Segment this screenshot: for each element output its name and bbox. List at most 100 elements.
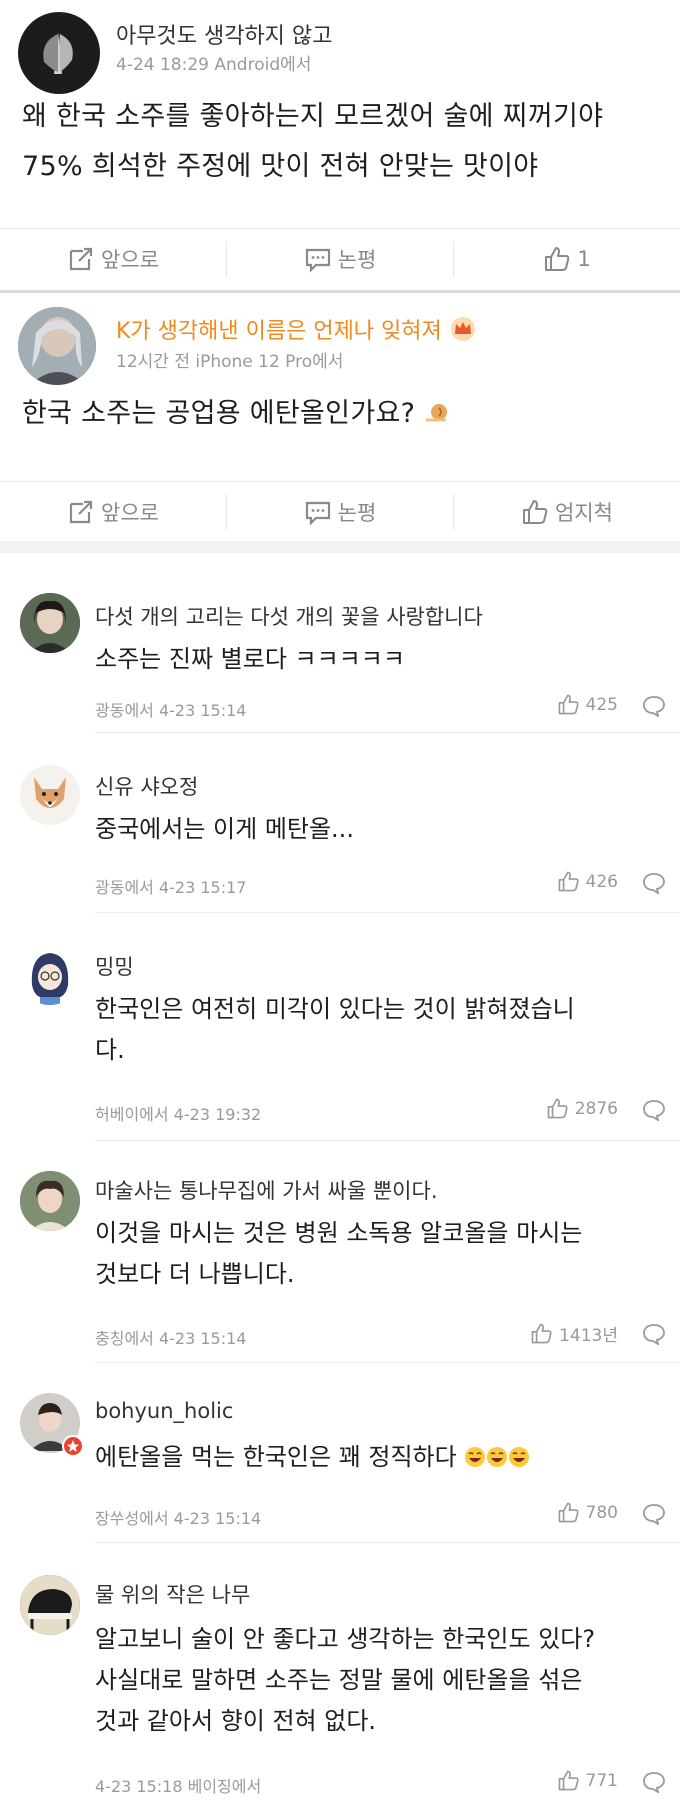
- comment-text: 중국에서는 이게 메탄올...: [95, 815, 354, 843]
- comment-like-count: 780: [585, 1502, 618, 1523]
- crown-badge-icon: [450, 317, 475, 341]
- forward-label: 앞으로: [101, 247, 159, 272]
- comment-icon: [305, 248, 330, 273]
- forward-label: 앞으로: [101, 500, 159, 525]
- comment-text: 이것을 마시는 것은 병원 소독용 알코올을 마시는 것보다 더 나쁩니다.: [95, 1213, 666, 1295]
- comment-meta: 광동에서 4-23 15:14: [95, 701, 247, 720]
- post-username[interactable]: K가 생각해낸 이름은 언제나 잊혀져: [116, 313, 476, 345]
- comment-text-line: 이것을 마시는 것은 병원 소독용 알코올을 마시는: [95, 1219, 583, 1247]
- reply-bubble-icon[interactable]: [642, 1771, 666, 1793]
- like-label: 엄지척: [555, 500, 613, 525]
- cartoon-girl-avatar-icon: [20, 945, 80, 1005]
- comment-like-button[interactable]: 2876: [546, 1097, 618, 1120]
- comment-label: 논평: [337, 500, 377, 525]
- comment-like-button[interactable]: 1413년: [530, 1321, 618, 1346]
- comment-username[interactable]: 신유 샤오정: [95, 771, 198, 801]
- action-bar: 앞으로 논평 1: [0, 228, 680, 288]
- laughing-emoji-icon: [487, 1447, 508, 1467]
- post-body: 한국 소주는 공업용 에탄올인가요?: [22, 389, 662, 439]
- thumbs-up-icon: [547, 1098, 568, 1119]
- person-avatar-icon: [20, 593, 80, 653]
- person-avatar-icon: [20, 1171, 80, 1231]
- comment-meta: 장쑤성에서 4-23 15:14: [95, 1509, 262, 1528]
- comment: 마술사는 통나무집에 가서 싸울 뿐이다. 이것을 마시는 것은 병원 소독용 …: [0, 1141, 680, 1363]
- comment-text: 한국인은 여전히 미각이 있다는 것이 밝혀졌습니 다.: [95, 989, 666, 1071]
- comment-username[interactable]: 다섯 개의 고리는 다섯 개의 꽃을 사랑합니다: [95, 601, 483, 631]
- post-text-line: 75% 희석한 주정에 맛이 전혀 안맞는 맛이야: [22, 151, 539, 182]
- comment-meta: 4-23 15:18 베이징에서: [95, 1777, 262, 1796]
- like-button[interactable]: 1: [454, 229, 680, 288]
- comment-list: 다섯 개의 고리는 다섯 개의 꽃을 사랑합니다 소주는 진짜 별로다 ㅋㅋㅋㅋ…: [0, 553, 680, 1811]
- avatar[interactable]: [20, 1575, 80, 1635]
- comment-text-line: 한국인은 여전히 미각이 있다는 것이 밝혀졌습니: [95, 995, 575, 1023]
- comment-like-button[interactable]: 771: [557, 1769, 618, 1792]
- post-meta: 12시간 전 iPhone 12 Pro에서: [116, 352, 344, 372]
- butterfly-avatar-icon: [43, 32, 73, 74]
- comment-button[interactable]: 논평: [227, 229, 453, 288]
- comment: bohyun_holic 에탄올을 먹는 한국인은 꽤 정직하다 장쑤성에서 4…: [0, 1363, 680, 1543]
- comment-text-line: 것과 같아서 향이 전혀 없다.: [95, 1707, 377, 1735]
- post-body: 왜 한국 소주를 좋아하는지 모르겠어 술에 찌꺼기야 75% 희석한 주정에 …: [22, 92, 662, 192]
- fox-avatar-icon: [20, 765, 80, 825]
- avatar[interactable]: [20, 1393, 84, 1457]
- like-button[interactable]: 엄지척: [454, 482, 680, 541]
- comment-text-line: 다.: [95, 1036, 125, 1064]
- post-meta: 4-24 18:29 Android에서: [116, 55, 312, 75]
- comment-username[interactable]: bohyun_holic: [95, 1399, 233, 1423]
- post-username[interactable]: 아무것도 생각하지 않고: [116, 18, 332, 50]
- avatar[interactable]: [20, 593, 80, 653]
- comment-text-line: 사실대로 말하면 소주는 정말 물에 에탄올을 섞은: [95, 1666, 583, 1694]
- comment-text: 소주는 진짜 별로다 ㅋㅋㅋㅋㅋ: [95, 645, 405, 673]
- forward-icon: [69, 500, 93, 523]
- comment-like-button[interactable]: 780: [557, 1501, 618, 1524]
- comment-like-count: 426: [585, 871, 618, 892]
- thumbs-up-icon: [523, 499, 548, 524]
- laughing-emoji-icon: [465, 1447, 486, 1467]
- thumbs-up-icon: [545, 246, 570, 271]
- comment: 다섯 개의 고리는 다섯 개의 꽃을 사랑합니다 소주는 진짜 별로다 ㅋㅋㅋㅋ…: [0, 553, 680, 733]
- thumbs-up-icon: [558, 1770, 579, 1791]
- avatar[interactable]: [20, 945, 80, 1005]
- verified-badge-icon: [62, 1435, 84, 1457]
- comment: 밍밍 한국인은 여전히 미각이 있다는 것이 밝혀졌습니 다. 허베이에서 4-…: [0, 913, 680, 1141]
- avatar[interactable]: [18, 307, 96, 385]
- person-avatar-icon: [18, 307, 96, 385]
- comment-meta: 충칭에서 4-23 15:14: [95, 1329, 247, 1348]
- comment-button[interactable]: 논평: [227, 482, 453, 541]
- comment-like-button[interactable]: 425: [557, 693, 618, 716]
- reply-bubble-icon[interactable]: [642, 695, 666, 717]
- laughing-emoji-icon: [509, 1447, 530, 1467]
- comment-username[interactable]: 물 위의 작은 나무: [95, 1579, 250, 1609]
- thumbs-up-icon: [531, 1323, 552, 1344]
- post-text-line: 왜 한국 소주를 좋아하는지 모르겠어 술에 찌꺼기야: [22, 101, 604, 132]
- comment-like-count: 2876: [574, 1098, 618, 1119]
- avatar[interactable]: [20, 1171, 80, 1231]
- piano-avatar-icon: [20, 1575, 80, 1635]
- reply-bubble-icon[interactable]: [642, 872, 666, 894]
- comment-text: 에탄올을 먹는 한국인은 꽤 정직하다: [95, 1437, 666, 1478]
- post-2: K가 생각해낸 이름은 언제나 잊혀져 12시간 전 iPhone 12 Pro…: [0, 293, 680, 541]
- reply-bubble-icon[interactable]: [642, 1323, 666, 1345]
- comment-username[interactable]: 밍밍: [95, 951, 134, 981]
- comment: 물 위의 작은 나무 알고보니 술이 안 좋다고 생각하는 한국인도 있다? 사…: [0, 1543, 680, 1811]
- comment-like-count: 771: [585, 1770, 618, 1791]
- forward-button[interactable]: 앞으로: [0, 229, 226, 288]
- thumbs-up-icon: [558, 871, 579, 892]
- avatar[interactable]: [18, 12, 100, 94]
- comment-meta: 허베이에서 4-23 19:32: [95, 1105, 262, 1124]
- comment-username[interactable]: 마술사는 통나무집에 가서 싸울 뿐이다.: [95, 1175, 438, 1205]
- comment-text-line: 알고보니 술이 안 좋다고 생각하는 한국인도 있다?: [95, 1625, 596, 1653]
- post-1: 아무것도 생각하지 않고 4-24 18:29 Android에서 왜 한국 소…: [0, 0, 680, 290]
- snail-emoji-icon: [426, 404, 448, 422]
- thumbs-up-icon: [558, 1502, 579, 1523]
- forward-icon: [69, 247, 93, 270]
- reply-bubble-icon[interactable]: [642, 1099, 666, 1121]
- post-text-line: 한국 소주는 공업용 에탄올인가요?: [22, 398, 416, 429]
- avatar[interactable]: [20, 765, 80, 825]
- section-gap: [0, 541, 680, 553]
- comment-label: 논평: [337, 247, 377, 272]
- comment-like-button[interactable]: 426: [557, 870, 618, 893]
- forward-button[interactable]: 앞으로: [0, 482, 226, 541]
- reply-bubble-icon[interactable]: [642, 1503, 666, 1525]
- comment-text-line: 것보다 더 나쁩니다.: [95, 1260, 295, 1288]
